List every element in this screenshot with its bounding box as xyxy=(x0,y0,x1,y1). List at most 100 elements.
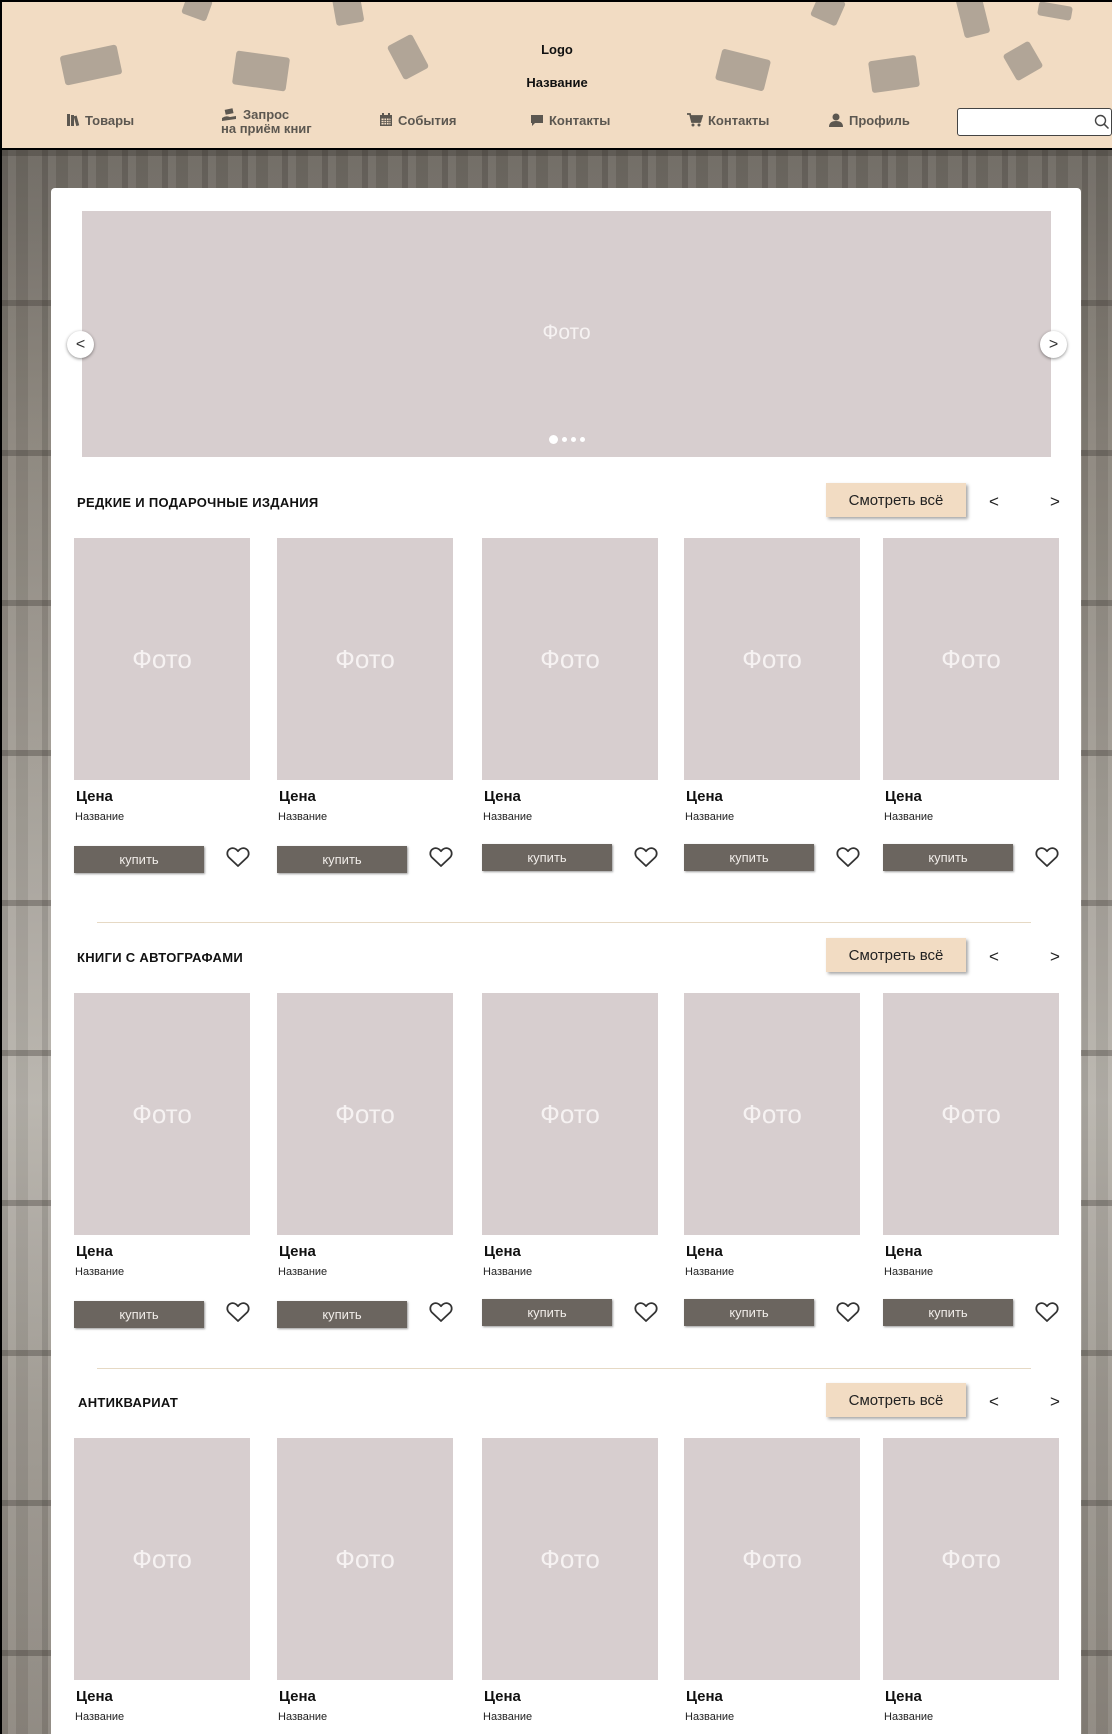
product-name[interactable]: Название xyxy=(483,811,658,823)
product-card: ФотоЦенаНазваниекупить xyxy=(883,1438,1059,1734)
buy-button[interactable]: купить xyxy=(277,1301,407,1328)
product-photo-placeholder[interactable]: Фото xyxy=(277,993,453,1235)
carousel-next-button[interactable]: > xyxy=(1040,331,1067,358)
product-photo-placeholder[interactable]: Фото xyxy=(482,538,658,780)
nav-label: Запрос xyxy=(243,107,290,122)
product-photo-placeholder[interactable]: Фото xyxy=(684,1438,860,1680)
see-all-button[interactable]: Смотреть всё xyxy=(826,938,966,972)
heart-icon[interactable] xyxy=(836,1301,860,1328)
product-photo-placeholder[interactable]: Фото xyxy=(482,993,658,1235)
buy-button[interactable]: купить xyxy=(74,1301,204,1328)
product-name[interactable]: Название xyxy=(884,1711,1059,1723)
search-icon[interactable] xyxy=(1094,114,1110,130)
carousel-dot[interactable] xyxy=(579,437,585,442)
buy-button[interactable]: купить xyxy=(684,1299,814,1326)
heart-icon[interactable] xyxy=(429,846,453,873)
nav-item-profile[interactable]: Профиль xyxy=(828,113,910,128)
hero-carousel[interactable]: Фото xyxy=(82,211,1051,457)
section-title: РЕДКИЕ И ПОДАРОЧНЫЕ ИЗДАНИЯ xyxy=(77,495,319,510)
product-name[interactable]: Название xyxy=(75,1266,250,1278)
card-actions: купить xyxy=(74,845,250,875)
product-card: Фото Цена Название купить xyxy=(684,538,860,875)
nav-item-products[interactable]: Товары xyxy=(66,114,134,128)
nav-item-events[interactable]: События xyxy=(379,113,456,128)
buy-button[interactable]: купить xyxy=(74,846,204,873)
heart-icon[interactable] xyxy=(836,846,860,873)
buy-button[interactable]: купить xyxy=(883,844,1013,871)
product-name[interactable]: Название xyxy=(884,811,1059,823)
product-price: Цена xyxy=(76,788,113,805)
heart-icon[interactable] xyxy=(226,846,250,873)
hand-book-icon xyxy=(222,107,236,121)
product-name[interactable]: Название xyxy=(75,1711,250,1723)
buy-button[interactable]: купить xyxy=(684,844,814,871)
product-photo-placeholder[interactable]: Фото xyxy=(482,1438,658,1680)
section-next-button[interactable]: > xyxy=(1050,1392,1060,1412)
product-name[interactable]: Название xyxy=(483,1266,658,1278)
product-photo-placeholder[interactable]: Фото xyxy=(883,993,1059,1235)
book-decoration xyxy=(181,2,213,22)
product-photo-placeholder[interactable]: Фото xyxy=(684,993,860,1235)
product-name[interactable]: Название xyxy=(884,1266,1059,1278)
product-name[interactable]: Название xyxy=(278,1266,453,1278)
buy-button[interactable]: купить xyxy=(482,1299,612,1326)
site-header: Logo Название Товары Запрос на приём кни… xyxy=(2,2,1112,150)
product-photo-placeholder[interactable]: Фото xyxy=(74,993,250,1235)
product-photo-placeholder[interactable]: Фото xyxy=(74,538,250,780)
nav-item-contacts[interactable]: Контакты xyxy=(530,114,610,128)
product-name[interactable]: Название xyxy=(75,811,250,823)
product-photo-placeholder[interactable]: Фото xyxy=(277,1438,453,1680)
card-actions: купить xyxy=(684,844,860,875)
card-actions: купить xyxy=(277,845,453,875)
product-name[interactable]: Название xyxy=(685,1711,860,1723)
see-all-button[interactable]: Смотреть всё xyxy=(826,1383,966,1417)
carousel-prev-button[interactable]: < xyxy=(67,331,94,358)
carousel-dot[interactable] xyxy=(561,437,567,442)
book-decoration xyxy=(1037,2,1073,21)
section-title: КНИГИ С АВТОГРАФАМИ xyxy=(77,950,243,965)
heart-icon[interactable] xyxy=(1035,846,1059,873)
search-input[interactable] xyxy=(962,110,1090,134)
carousel-dot[interactable] xyxy=(570,437,576,442)
buy-button[interactable]: купить xyxy=(277,846,407,873)
heart-icon[interactable] xyxy=(226,1301,250,1328)
product-price: Цена xyxy=(484,788,521,805)
product-name[interactable]: Название xyxy=(278,811,453,823)
heart-icon[interactable] xyxy=(634,846,658,873)
section-next-button[interactable]: > xyxy=(1050,947,1060,967)
section-next-button[interactable]: > xyxy=(1050,492,1060,512)
product-price: Цена xyxy=(686,788,723,805)
product-photo-placeholder[interactable]: Фото xyxy=(883,538,1059,780)
buy-button[interactable]: купить xyxy=(482,844,612,871)
product-name[interactable]: Название xyxy=(278,1711,453,1723)
heart-icon[interactable] xyxy=(1035,1301,1059,1328)
nav-item-cart[interactable]: Контакты xyxy=(687,113,769,128)
see-all-button[interactable]: Смотреть всё xyxy=(826,483,966,517)
book-decoration xyxy=(386,33,430,81)
nav-item-book-request[interactable]: Запрос на приём книг xyxy=(221,108,312,136)
product-photo-placeholder[interactable]: Фото xyxy=(684,538,860,780)
product-name[interactable]: Название xyxy=(685,1266,860,1278)
buy-button[interactable]: купить xyxy=(883,1299,1013,1326)
nav-label: Товары xyxy=(85,113,135,128)
product-photo-placeholder[interactable]: Фото xyxy=(277,538,453,780)
heart-icon[interactable] xyxy=(429,1301,453,1328)
section-prev-button[interactable]: < xyxy=(989,1392,999,1412)
product-card: ФотоЦенаНазваниекупить xyxy=(277,538,453,875)
product-name[interactable]: Название xyxy=(483,1711,658,1723)
logo[interactable]: Logo xyxy=(2,42,1112,57)
product-photo-placeholder[interactable]: Фото xyxy=(883,1438,1059,1680)
card-actions: купить xyxy=(684,1299,860,1330)
section-prev-button[interactable]: < xyxy=(989,492,999,512)
product-card: Фото Цена Название купить xyxy=(482,538,658,875)
product-photo-placeholder[interactable]: Фото xyxy=(74,1438,250,1680)
chat-icon xyxy=(531,115,543,126)
carousel-dots xyxy=(82,435,1051,444)
site-name: Название xyxy=(526,75,588,90)
carousel-dot[interactable] xyxy=(548,435,558,444)
heart-icon[interactable] xyxy=(634,1301,658,1328)
section-prev-button[interactable]: < xyxy=(989,947,999,967)
card-actions: купить xyxy=(883,844,1059,875)
card-actions: купить xyxy=(482,1299,658,1330)
product-name[interactable]: Название xyxy=(685,811,860,823)
